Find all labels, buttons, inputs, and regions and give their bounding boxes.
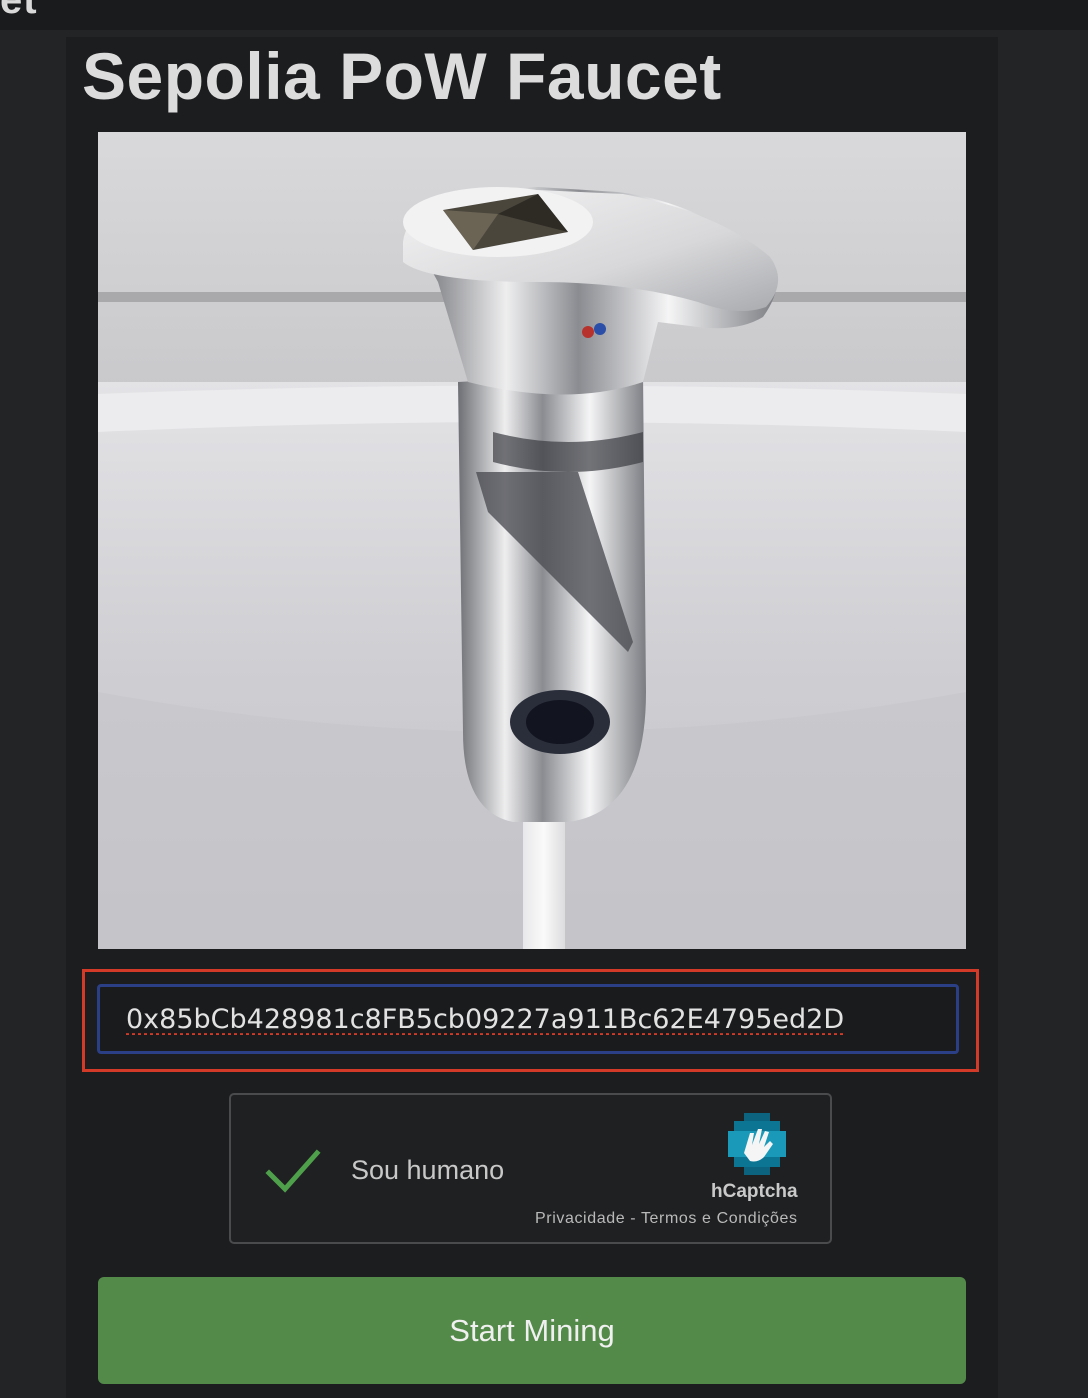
faucet-image	[98, 132, 966, 949]
privacy-link[interactable]: Privacidade	[535, 1210, 625, 1227]
page-title: Sepolia PoW Faucet	[82, 39, 722, 113]
start-mining-button[interactable]: Start Mining	[98, 1277, 966, 1384]
terms-link[interactable]: Termos e Condições	[641, 1210, 798, 1227]
hcaptcha-widget[interactable]: Sou humano hCaptcha Privacidade - Termos…	[229, 1093, 832, 1244]
links-separator: -	[625, 1210, 641, 1227]
top-bar: et	[0, 0, 1088, 30]
hcaptcha-logo-icon	[728, 1113, 786, 1175]
wallet-address-input[interactable]	[97, 984, 959, 1054]
hcaptcha-brand-label: hCaptcha	[711, 1181, 798, 1202]
site-title-fragment: et	[0, 0, 38, 22]
captcha-label: Sou humano	[351, 1155, 505, 1185]
checkmark-icon[interactable]	[265, 1147, 321, 1195]
captcha-links: Privacidade - Termos e Condições	[535, 1210, 798, 1228]
